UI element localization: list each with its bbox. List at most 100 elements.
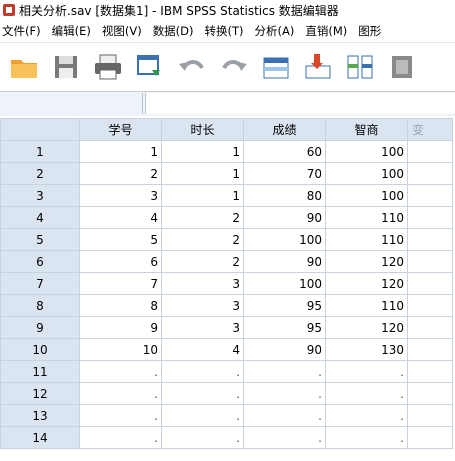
column-header-2[interactable]: 成绩 xyxy=(243,118,326,141)
row-header[interactable]: 11 xyxy=(0,360,80,383)
data-cell-empty[interactable] xyxy=(407,272,453,295)
data-cell[interactable]: 120 xyxy=(325,316,408,339)
data-cell-empty[interactable] xyxy=(407,206,453,229)
data-cell[interactable]: 110 xyxy=(325,228,408,251)
data-cell[interactable]: . xyxy=(161,360,244,383)
data-cell[interactable]: . xyxy=(325,382,408,405)
data-cell[interactable]: 2 xyxy=(79,162,162,185)
data-cell-empty[interactable] xyxy=(407,316,453,339)
menu-item-2[interactable]: 视图(V) xyxy=(102,23,142,39)
column-header-1[interactable]: 时长 xyxy=(161,118,244,141)
row-header[interactable]: 8 xyxy=(0,294,80,317)
data-cell[interactable]: 1 xyxy=(79,140,162,163)
data-cell[interactable]: 120 xyxy=(325,250,408,273)
data-cell[interactable]: . xyxy=(243,382,326,405)
menu-item-7[interactable]: 图形 xyxy=(358,23,381,39)
data-cell[interactable]: . xyxy=(243,426,326,449)
column-header-4[interactable]: 变 xyxy=(407,118,453,141)
column-header-0[interactable]: 学号 xyxy=(79,118,162,141)
cell-reference-box[interactable] xyxy=(0,93,143,114)
data-cell[interactable]: 90 xyxy=(243,338,326,361)
data-cell[interactable]: . xyxy=(325,404,408,427)
data-cell[interactable]: . xyxy=(79,382,162,405)
data-cell[interactable]: 95 xyxy=(243,294,326,317)
goto-case-button[interactable] xyxy=(258,50,294,84)
data-cell[interactable]: 80 xyxy=(243,184,326,207)
data-cell[interactable]: 3 xyxy=(79,184,162,207)
data-cell[interactable]: 6 xyxy=(79,250,162,273)
data-cell[interactable]: 110 xyxy=(325,294,408,317)
data-cell[interactable]: . xyxy=(243,360,326,383)
data-cell[interactable]: 100 xyxy=(243,228,326,251)
data-cell-empty[interactable] xyxy=(407,404,453,427)
data-cell[interactable]: 4 xyxy=(79,206,162,229)
open-folder-button[interactable] xyxy=(6,50,42,84)
data-cell[interactable]: 120 xyxy=(325,272,408,295)
goto-variable-button[interactable] xyxy=(300,50,336,84)
data-cell-empty[interactable] xyxy=(407,294,453,317)
menu-item-1[interactable]: 编辑(E) xyxy=(52,23,91,39)
data-cell[interactable]: . xyxy=(161,426,244,449)
data-cell[interactable]: 100 xyxy=(325,162,408,185)
data-cell[interactable]: 3 xyxy=(161,294,244,317)
row-header[interactable]: 1 xyxy=(0,140,80,163)
redo-button[interactable] xyxy=(216,50,252,84)
row-header[interactable]: 12 xyxy=(0,382,80,405)
data-cell[interactable]: 9 xyxy=(79,316,162,339)
data-cell-empty[interactable] xyxy=(407,228,453,251)
data-cell[interactable]: 1 xyxy=(161,184,244,207)
data-cell-empty[interactable] xyxy=(407,140,453,163)
menu-item-5[interactable]: 分析(A) xyxy=(255,23,295,39)
row-header[interactable]: 14 xyxy=(0,426,80,449)
data-cell[interactable]: . xyxy=(79,360,162,383)
data-cell[interactable]: . xyxy=(79,426,162,449)
data-cell[interactable]: . xyxy=(325,426,408,449)
data-cell[interactable]: . xyxy=(79,404,162,427)
menu-item-0[interactable]: 文件(F) xyxy=(2,23,41,39)
data-cell-empty[interactable] xyxy=(407,382,453,405)
data-cell[interactable]: 1 xyxy=(161,140,244,163)
data-cell[interactable]: 8 xyxy=(79,294,162,317)
data-cell[interactable]: 1 xyxy=(161,162,244,185)
menu-item-4[interactable]: 转换(T) xyxy=(205,23,244,39)
row-header[interactable]: 4 xyxy=(0,206,80,229)
print-button[interactable] xyxy=(90,50,126,84)
row-header[interactable]: 10 xyxy=(0,338,80,361)
data-cell[interactable]: 10 xyxy=(79,338,162,361)
data-cell[interactable]: 2 xyxy=(161,206,244,229)
row-header[interactable]: 7 xyxy=(0,272,80,295)
data-cell[interactable]: . xyxy=(325,360,408,383)
data-cell[interactable]: 70 xyxy=(243,162,326,185)
data-cell[interactable]: 2 xyxy=(161,250,244,273)
data-cell[interactable]: 110 xyxy=(325,206,408,229)
data-cell-empty[interactable] xyxy=(407,184,453,207)
find-button[interactable] xyxy=(384,50,420,84)
data-cell[interactable]: 100 xyxy=(243,272,326,295)
data-cell[interactable]: 7 xyxy=(79,272,162,295)
menu-item-6[interactable]: 直销(M) xyxy=(305,23,347,39)
data-cell[interactable]: 4 xyxy=(161,338,244,361)
grid-corner[interactable] xyxy=(0,118,80,141)
recall-dialog-button[interactable] xyxy=(132,50,168,84)
data-cell-empty[interactable] xyxy=(407,338,453,361)
data-cell[interactable]: 100 xyxy=(325,184,408,207)
row-header[interactable]: 6 xyxy=(0,250,80,273)
data-cell[interactable]: . xyxy=(161,404,244,427)
undo-button[interactable] xyxy=(174,50,210,84)
cell-value-input[interactable] xyxy=(145,93,455,114)
save-button[interactable] xyxy=(48,50,84,84)
data-cell[interactable]: 2 xyxy=(161,228,244,251)
row-header[interactable]: 9 xyxy=(0,316,80,339)
data-cell[interactable]: 3 xyxy=(161,316,244,339)
data-cell[interactable]: 90 xyxy=(243,250,326,273)
data-cell[interactable]: 130 xyxy=(325,338,408,361)
row-header[interactable]: 13 xyxy=(0,404,80,427)
row-header[interactable]: 5 xyxy=(0,228,80,251)
data-cell[interactable]: . xyxy=(243,404,326,427)
data-cell[interactable]: 3 xyxy=(161,272,244,295)
data-cell[interactable]: 60 xyxy=(243,140,326,163)
variables-button[interactable] xyxy=(342,50,378,84)
data-cell-empty[interactable] xyxy=(407,250,453,273)
data-cell-empty[interactable] xyxy=(407,360,453,383)
data-cell[interactable]: 100 xyxy=(325,140,408,163)
